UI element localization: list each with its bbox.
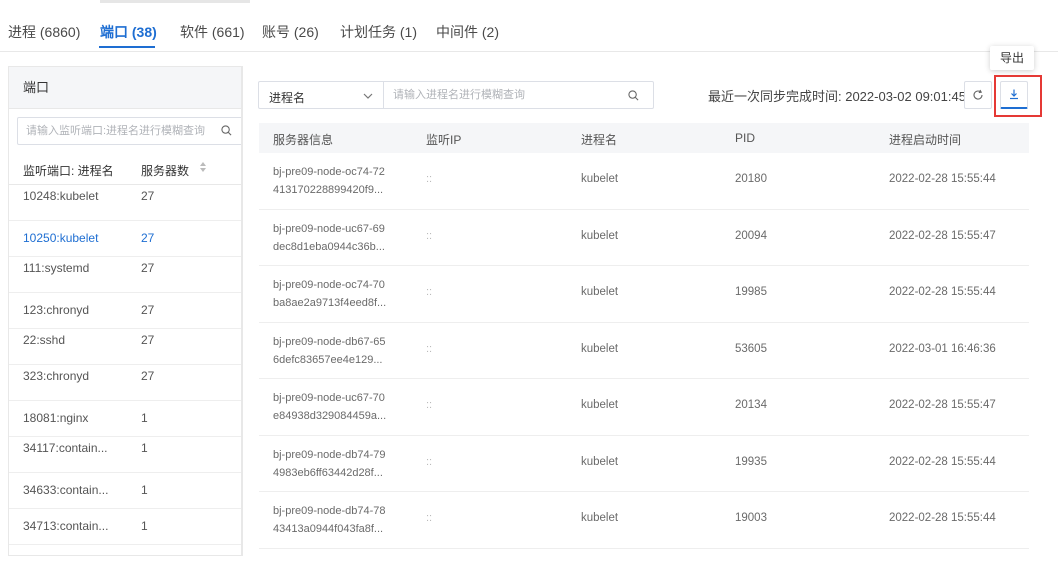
col-header-pid: PID bbox=[735, 131, 756, 145]
process-search-input[interactable] bbox=[383, 82, 613, 108]
pid: 53605 bbox=[735, 342, 767, 355]
server-info[interactable]: bj-pre09-node-db74-78 43413a0944f043fa8f.… bbox=[273, 502, 386, 538]
tab-software[interactable]: 软件 (661) bbox=[180, 22, 245, 42]
col-header-process-name: 进程名 bbox=[581, 133, 618, 147]
port-search-input[interactable] bbox=[18, 118, 208, 144]
pid: 19985 bbox=[735, 286, 767, 298]
tab-bar: 进程 (6860) 端口 (38) 软件 (661) 账号 (26) 计划任务 … bbox=[0, 0, 1058, 52]
table-row[interactable]: bj-pre09-node-db67-65 6defc83657ee4e129..… bbox=[259, 323, 1029, 379]
last-sync-time: 最近一次同步完成时间: 2022-03-02 09:01:45 bbox=[708, 89, 966, 104]
active-tab-indicator bbox=[99, 46, 155, 48]
process-name: kubelet bbox=[581, 399, 619, 411]
tab-process[interactable]: 进程 (6860) bbox=[8, 22, 80, 42]
list-item[interactable]: 111:systemd 27 bbox=[9, 257, 241, 293]
chevron-down-icon bbox=[363, 93, 373, 99]
process-table: 服务器信息 监听IP 进程名 PID 进程启动时间 bj-pre09-node-… bbox=[259, 123, 1029, 549]
start-time: 2022-02-28 15:55:44 bbox=[889, 512, 996, 524]
port-search bbox=[17, 117, 241, 145]
process-name: kubelet bbox=[581, 455, 619, 468]
list-item[interactable]: 22:sshd 27 bbox=[9, 329, 241, 365]
pid: 20180 bbox=[735, 173, 767, 185]
export-button[interactable] bbox=[1000, 81, 1028, 109]
search-field-select[interactable]: 进程名 bbox=[258, 81, 384, 109]
start-time: 2022-02-28 15:55:44 bbox=[889, 286, 996, 298]
start-time: 2022-02-28 15:55:44 bbox=[889, 173, 996, 185]
list-item[interactable]: 123:chronyd 27 bbox=[9, 293, 241, 329]
server-info[interactable]: bj-pre09-node-uc67-69 dec8d1eba0944c36b..… bbox=[273, 220, 385, 256]
listen-ip: :: bbox=[426, 342, 433, 355]
listen-ip: :: bbox=[426, 286, 433, 298]
server-info[interactable]: bj-pre09-node-db74-79 4983eb6ff63442d28f.… bbox=[273, 446, 386, 482]
download-icon bbox=[1010, 89, 1018, 100]
listen-ip: :: bbox=[426, 173, 433, 185]
col-header-start-time: 进程启动时间 bbox=[889, 133, 962, 147]
process-name: kubelet bbox=[581, 173, 619, 185]
table-row[interactable]: bj-pre09-node-db74-79 4983eb6ff63442d28f.… bbox=[259, 436, 1029, 492]
server-info[interactable]: bj-pre09-node-uc67-70 e84938d329084459a..… bbox=[273, 389, 386, 425]
tab-accounts[interactable]: 账号 (26) bbox=[262, 22, 319, 42]
start-time: 2022-02-28 15:55:47 bbox=[889, 399, 996, 411]
tab-middleware[interactable]: 中间件 (2) bbox=[436, 22, 499, 42]
tab-ports[interactable]: 端口 (38) bbox=[100, 22, 157, 42]
listen-ip: :: bbox=[426, 399, 433, 411]
col-header-port: 监听端口: 进程名 bbox=[23, 164, 114, 178]
pid: 19935 bbox=[735, 455, 767, 468]
refresh-button[interactable] bbox=[964, 81, 992, 109]
port-panel-title: 端口 bbox=[9, 67, 241, 109]
process-name: kubelet bbox=[581, 512, 619, 524]
panel-divider bbox=[242, 66, 243, 556]
listen-ip: :: bbox=[426, 229, 433, 242]
list-item[interactable]: 18081:nginx 1 bbox=[9, 401, 241, 437]
table-row[interactable]: bj-pre09-node-uc67-70 e84938d329084459a..… bbox=[259, 379, 1029, 436]
process-name: kubelet bbox=[581, 342, 619, 355]
list-item-selected[interactable]: 10250:kubelet 27 bbox=[9, 221, 241, 257]
refresh-icon bbox=[973, 89, 983, 100]
start-time: 2022-03-01 16:46:36 bbox=[889, 342, 996, 355]
table-row[interactable]: bj-pre09-node-uc67-69 dec8d1eba0944c36b..… bbox=[259, 210, 1029, 266]
sort-icon[interactable] bbox=[199, 161, 207, 173]
col-header-server-info: 服务器信息 bbox=[273, 133, 334, 147]
process-search bbox=[383, 81, 654, 109]
list-item[interactable]: 34117:contain... 1 bbox=[9, 437, 241, 473]
table-row[interactable]: bj-pre09-node-db74-78 43413a0944f043fa8f.… bbox=[259, 492, 1029, 549]
server-info[interactable]: bj-pre09-node-oc74-70 ba8ae2a9713f4eed8f.… bbox=[273, 276, 386, 312]
port-list-panel: 端口 监听端口: 进程名 服务器数 10248:kubelet27 10250:… bbox=[8, 66, 242, 556]
listen-ip: :: bbox=[426, 512, 433, 524]
search-icon[interactable] bbox=[221, 125, 232, 136]
pid: 20134 bbox=[735, 399, 767, 411]
select-value: 进程名 bbox=[269, 91, 306, 105]
search-icon[interactable] bbox=[628, 90, 639, 101]
port-list-header: 监听端口: 进程名 服务器数 bbox=[9, 153, 241, 185]
list-item[interactable]: 34713:contain... 1 bbox=[9, 509, 241, 545]
start-time: 2022-02-28 15:55:47 bbox=[889, 229, 996, 242]
tab-scheduled-tasks[interactable]: 计划任务 (1) bbox=[340, 22, 417, 42]
port-list: 10248:kubelet 27 10250:kubelet 27 111:syst… bbox=[9, 185, 241, 545]
process-name: kubelet bbox=[581, 229, 619, 242]
list-item[interactable]: 34633:contain... 1 bbox=[9, 473, 241, 509]
list-item[interactable]: 323:chronyd 27 bbox=[9, 365, 241, 401]
col-header-listen-ip: 监听IP bbox=[426, 133, 462, 147]
col-header-server-count[interactable]: 服务器数 bbox=[141, 162, 189, 179]
server-info[interactable]: bj-pre09-node-oc74-72 413170228899420f9..… bbox=[273, 163, 385, 199]
table-header: 服务器信息 监听IP 进程名 PID 进程启动时间 bbox=[259, 123, 1029, 153]
pid: 19003 bbox=[735, 512, 767, 524]
start-time: 2022-02-28 15:55:44 bbox=[889, 455, 996, 468]
process-name: kubelet bbox=[581, 286, 619, 298]
server-info[interactable]: bj-pre09-node-db67-65 6defc83657ee4e129..… bbox=[273, 333, 386, 369]
table-row[interactable]: bj-pre09-node-oc74-72 413170228899420f9..… bbox=[259, 153, 1029, 210]
export-tooltip: 导出 bbox=[990, 46, 1034, 70]
table-row[interactable]: bj-pre09-node-oc74-70 ba8ae2a9713f4eed8f.… bbox=[259, 266, 1029, 323]
listen-ip: :: bbox=[426, 455, 433, 468]
list-item[interactable]: 10248:kubelet 27 bbox=[9, 185, 241, 221]
pid: 20094 bbox=[735, 229, 767, 242]
